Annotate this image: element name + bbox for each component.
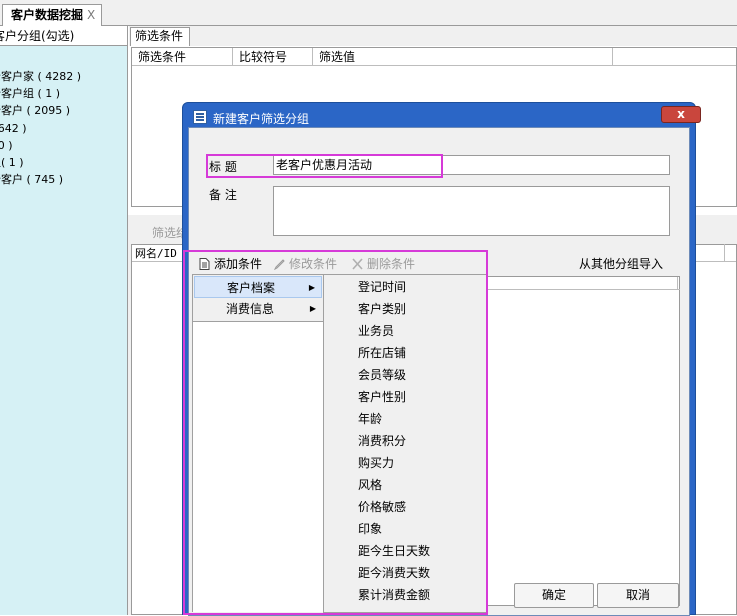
group-panel-header: 客户分组(勾选) (0, 26, 127, 46)
title-highlight-box (206, 154, 443, 178)
group-item[interactable]: ( 642 ) (0, 120, 127, 137)
tab-strip (0, 0, 737, 26)
group-item[interactable]: 新客户 ( 2095 ) (0, 102, 127, 119)
ok-button[interactable]: 确定 (514, 583, 594, 608)
group-item[interactable]: 组( 1 ) (0, 154, 127, 171)
dialog-title: 新建客户筛选分组 (213, 112, 310, 126)
note-textarea[interactable] (273, 186, 670, 236)
filter-grid-header: 筛选条件 比较符号 筛选值 (132, 48, 736, 66)
dialog-app-icon (193, 110, 207, 124)
customer-group-panel: 客户分组(勾选) 老客户家 ( 4282 ) 新客户组 ( 1 ) 新客户 ( … (0, 26, 128, 615)
group-item[interactable]: 老客户家 ( 4282 ) (0, 68, 127, 85)
note-label: 备 注 (209, 188, 237, 202)
menu-highlight-box (183, 250, 488, 615)
tab-filter-conditions[interactable]: 筛选条件 (130, 27, 190, 46)
group-list: 老客户家 ( 4282 ) 新客户组 ( 1 ) 新客户 ( 2095 ) ( … (0, 68, 127, 188)
column-filter-condition[interactable]: 筛选条件 (132, 48, 233, 66)
result-header-extra (724, 244, 737, 261)
tab-close-icon[interactable]: X (87, 8, 95, 22)
tab-title: 客户数据挖掘 (11, 8, 84, 22)
dialog-title-bar[interactable]: 新建客户筛选分组 x (187, 106, 701, 128)
filter-tab-bar (129, 26, 737, 46)
condition-grid-divider (677, 277, 678, 289)
column-compare-symbol[interactable]: 比较符号 (233, 48, 313, 66)
dialog-close-button[interactable]: x (661, 106, 701, 123)
column-filter-value[interactable]: 筛选值 (313, 48, 613, 66)
group-item[interactable]: 新客户 ( 745 ) (0, 171, 127, 188)
cancel-button[interactable]: 取消 (597, 583, 679, 608)
group-item[interactable]: ( 0 ) (0, 137, 127, 154)
condition-grid-header (485, 289, 680, 290)
import-from-group-button[interactable]: 从其他分组导入 (579, 255, 663, 272)
group-item[interactable]: 新客户组 ( 1 ) (0, 85, 127, 102)
tab-customer-mining[interactable]: 客户数据挖掘 X (2, 4, 103, 26)
